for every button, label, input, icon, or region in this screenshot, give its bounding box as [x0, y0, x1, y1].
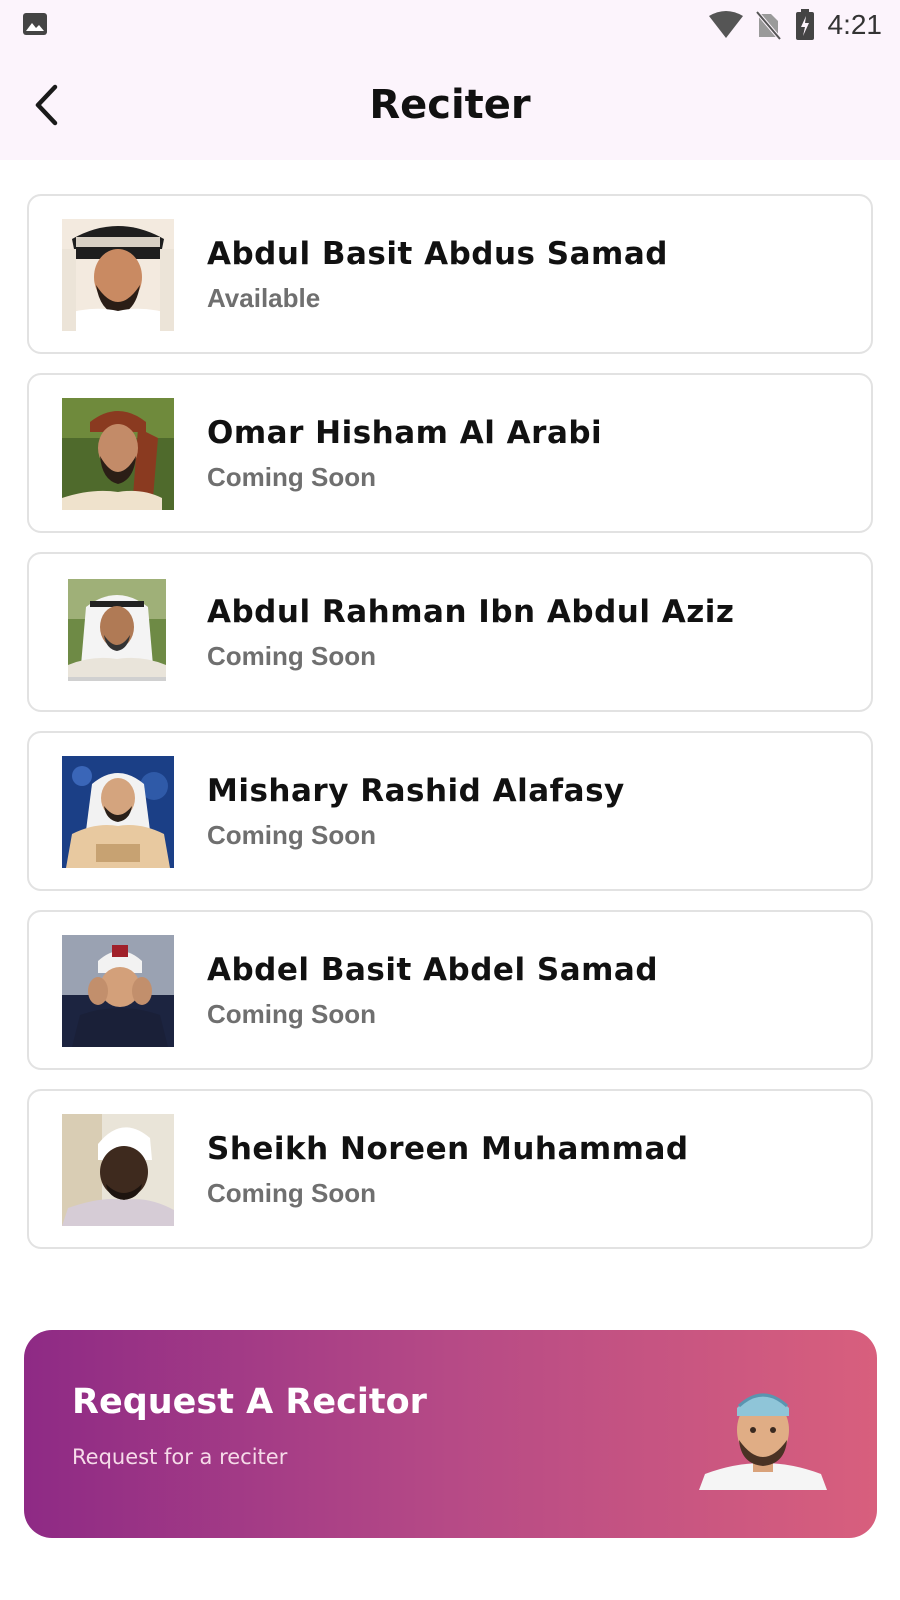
- reciter-name: Abdul Basit Abdus Samad: [207, 236, 668, 272]
- reciter-card[interactable]: Mishary Rashid Alafasy Coming Soon: [27, 731, 873, 891]
- reciter-photo: [62, 398, 174, 510]
- reciter-photo: [62, 1114, 174, 1226]
- banner-title: Request A Recitor: [72, 1382, 427, 1422]
- reciter-status: Coming Soon: [207, 999, 376, 1029]
- reciter-avatar-illustration: [699, 1393, 827, 1490]
- reciter-name: Abdel Basit Abdel Samad: [207, 952, 659, 988]
- reciter-status: Coming Soon: [207, 1178, 376, 1208]
- reciter-list: Abdul Basit Abdus Samad Available Omar H…: [27, 194, 873, 1268]
- reciter-name: Abdul Rahman Ibn Abdul Aziz: [207, 594, 735, 630]
- back-arrow-icon: [35, 84, 58, 126]
- reciter-card[interactable]: Abdul Rahman Ibn Abdul Aziz Coming Soon: [27, 552, 873, 712]
- reciter-status: Available: [207, 283, 321, 313]
- reciter-status: Coming Soon: [207, 820, 376, 850]
- page-title: Reciter: [369, 82, 531, 128]
- reciter-status: Coming Soon: [207, 641, 376, 671]
- reciter-card[interactable]: Omar Hisham Al Arabi Coming Soon: [27, 373, 873, 533]
- app-bar: Reciter: [0, 50, 900, 160]
- image-icon: [23, 13, 47, 35]
- reciter-photo: [62, 577, 174, 689]
- wifi-icon: [708, 11, 743, 38]
- reciter-photo: [62, 756, 174, 868]
- banner-subtitle: Request for a reciter: [72, 1445, 288, 1469]
- reciter-photo: [62, 219, 174, 331]
- reciter-photo: [62, 935, 174, 1047]
- reciter-card[interactable]: Abdul Basit Abdus Samad Available: [27, 194, 873, 354]
- reciter-card[interactable]: Abdel Basit Abdel Samad Coming Soon: [27, 910, 873, 1070]
- no-sim-icon: [755, 10, 782, 40]
- status-bar: 4:21: [0, 0, 900, 50]
- reciter-name: Omar Hisham Al Arabi: [207, 415, 603, 451]
- reciter-status: Coming Soon: [207, 462, 376, 492]
- status-icons: 4:21: [708, 8, 883, 42]
- battery-charging-icon: [795, 9, 814, 40]
- request-reciter-banner[interactable]: Request A Recitor Request for a reciter: [24, 1330, 877, 1538]
- reciter-name: Sheikh Noreen Muhammad: [207, 1131, 689, 1167]
- status-time: 4:21: [827, 9, 883, 40]
- reciter-card[interactable]: Sheikh Noreen Muhammad Coming Soon: [27, 1089, 873, 1249]
- reciter-name: Mishary Rashid Alafasy: [207, 773, 625, 809]
- back-button[interactable]: [24, 78, 78, 132]
